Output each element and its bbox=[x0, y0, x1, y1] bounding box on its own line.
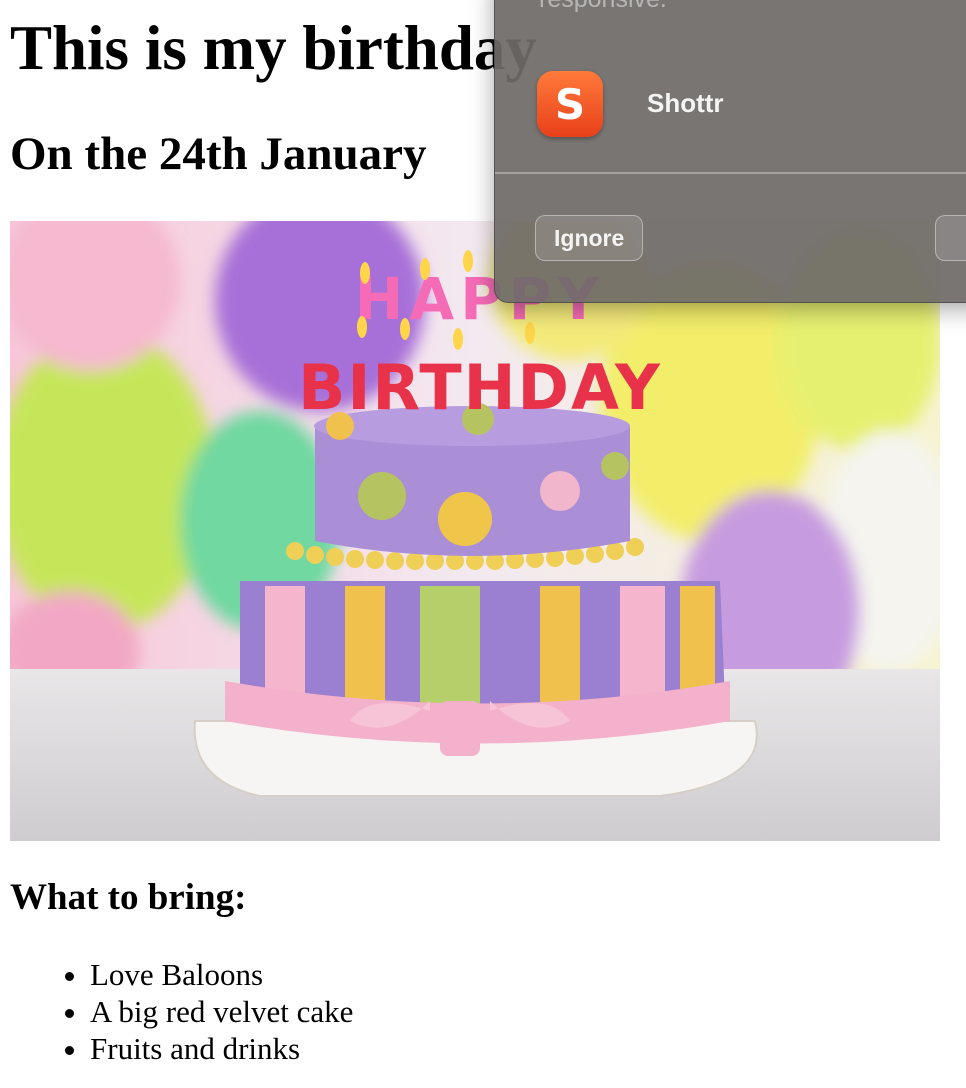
list-item: A big red velvet cake bbox=[90, 993, 353, 1030]
secondary-action-button[interactable]: F bbox=[935, 215, 966, 261]
notification-divider bbox=[495, 172, 966, 174]
notification-description: responsive. bbox=[539, 0, 667, 14]
notification-panel[interactable]: responsive. S Shottr Ignore F bbox=[494, 0, 966, 303]
page-subtitle: On the 24th January bbox=[10, 128, 427, 180]
cake-candle-text-bottom: BIRTHDAY bbox=[298, 351, 662, 424]
birthday-cake-image: HAPPY BIRTHDAY bbox=[10, 221, 940, 841]
ignore-button[interactable]: Ignore bbox=[535, 215, 644, 261]
list-item: Fruits and drinks bbox=[90, 1030, 353, 1067]
bring-list: Love Baloons A big red velvet cake Fruit… bbox=[50, 956, 353, 1067]
shottr-app-icon: S bbox=[537, 71, 603, 137]
list-item: Love Baloons bbox=[90, 956, 353, 993]
app-icon-letter: S bbox=[554, 79, 586, 129]
page-title: This is my birthday bbox=[10, 13, 537, 83]
app-name: Shottr bbox=[647, 88, 724, 118]
what-to-bring-heading: What to bring: bbox=[10, 877, 247, 918]
